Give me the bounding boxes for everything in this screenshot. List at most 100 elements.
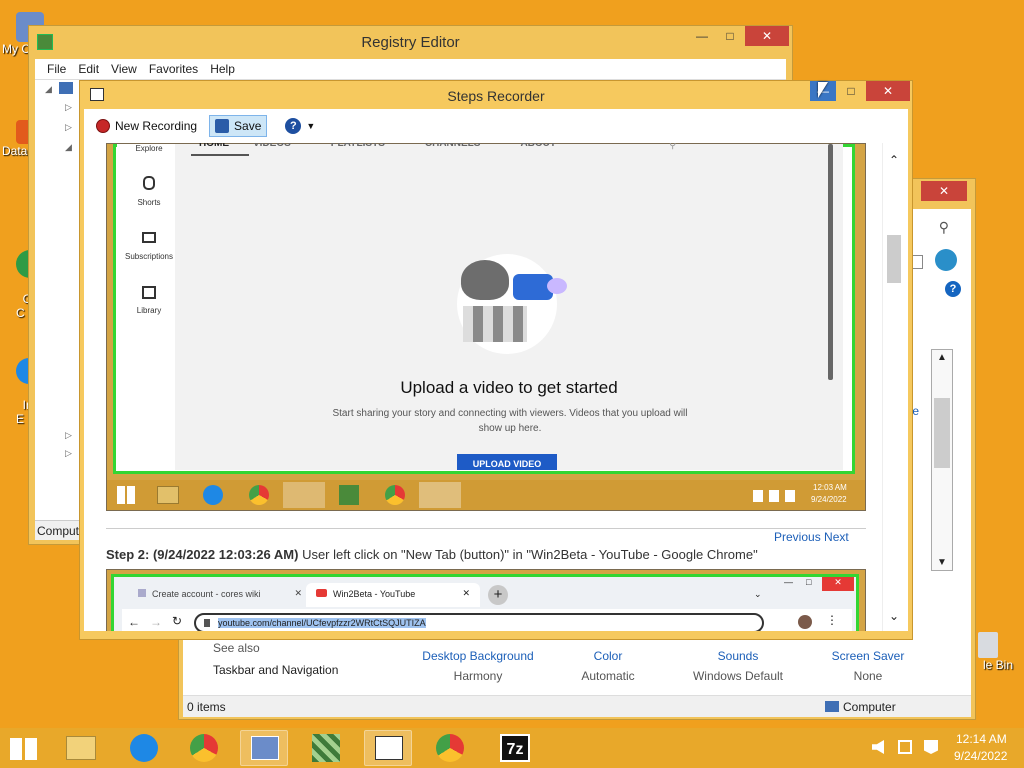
save-button[interactable]: Save — [209, 115, 268, 137]
maximize-button[interactable]: □ — [717, 26, 743, 46]
menu-favorites[interactable]: Favorites — [143, 59, 204, 79]
help-button[interactable]: ? ▼ — [279, 114, 321, 138]
desktop-icon-label: le Bin — [982, 658, 1014, 672]
taskbar-package-app[interactable] — [302, 730, 350, 766]
color-link[interactable]: Color — [543, 649, 673, 663]
yt-tabs: HOME VIDEOS PLAYLISTS CHANNELS ABOUT — [191, 143, 592, 156]
volume-icon[interactable] — [872, 740, 884, 754]
yt-tab-home: HOME — [191, 143, 249, 156]
taskbar-navigation-link[interactable]: Taskbar and Navigation — [213, 663, 338, 677]
screen-saver-link[interactable]: Screen Saver — [803, 649, 933, 663]
maximize-button[interactable]: □ — [838, 81, 864, 101]
chrome-address-row: ← → ↻ youtube.com/channel/UCfevpfzzr2WRt… — [122, 609, 852, 631]
chrome-icon — [190, 734, 218, 762]
close-button[interactable]: ✕ — [866, 81, 910, 101]
tab-favicon-icon — [138, 589, 146, 597]
chrome-tab-2-title: Win2Beta - YouTube — [333, 589, 416, 599]
taskbar-remote-desktop[interactable] — [240, 730, 288, 766]
scroll-up-arrow-icon[interactable]: ▲ — [937, 352, 947, 363]
partial-link[interactable]: e — [912, 404, 919, 418]
close-button[interactable]: ✕ — [921, 181, 967, 201]
title-bar[interactable]: Registry Editor — □ ✕ — [29, 26, 792, 59]
toolbar: New Recording Save ? ▼ — [84, 109, 908, 143]
yt-tab-channels: CHANNELS — [424, 143, 481, 149]
package-icon — [312, 734, 340, 762]
steps-recorder-taskbar-icon — [419, 482, 461, 508]
collapse-icon[interactable]: ◢ — [65, 142, 72, 153]
minimize-button[interactable]: — — [689, 26, 715, 46]
close-button[interactable]: ✕ — [745, 26, 789, 46]
new-recording-button[interactable]: New Recording — [90, 115, 203, 137]
menu-help[interactable]: Help — [204, 59, 241, 79]
taskbar-7zip[interactable]: 7z — [490, 730, 538, 766]
clock-time[interactable]: 12:14 AM — [956, 732, 1007, 746]
step2-text: User left click on "New Tab (button)" in… — [298, 547, 758, 562]
save-icon — [215, 119, 230, 133]
upload-subtitle: Start sharing your story and connecting … — [332, 408, 688, 434]
network-globe-icon[interactable] — [935, 249, 957, 271]
expand-icon[interactable]: ▷ — [65, 430, 72, 441]
youtube-favicon-icon — [316, 589, 327, 597]
scrollbar-thumb[interactable] — [934, 398, 950, 468]
forward-icon: → — [150, 615, 162, 629]
taskbar-file-explorer[interactable] — [56, 730, 104, 766]
scroll-down-arrow-icon[interactable]: ▼ — [937, 557, 947, 568]
chrome-icon — [436, 734, 464, 762]
help-icon[interactable]: ? — [945, 281, 961, 297]
expand-icon[interactable]: ▷ — [65, 122, 72, 133]
reload-icon: ↻ — [172, 614, 183, 628]
sounds-item[interactable]: Sounds Windows Default — [673, 649, 803, 683]
network-icon[interactable] — [898, 740, 912, 754]
taskbar-steps-recorder[interactable] — [364, 730, 412, 766]
previous-next-links[interactable]: Previous Next — [774, 530, 849, 544]
chrome-menu-chevron-icon: ⌄ — [754, 589, 762, 599]
action-center-icon[interactable] — [924, 740, 938, 754]
desktop-background-item[interactable]: Desktop Background Harmony — [413, 649, 543, 683]
ie-icon — [130, 734, 158, 762]
desktop-background-link[interactable]: Desktop Background — [413, 649, 543, 663]
upload-video-button: UPLOAD VIDEO — [457, 454, 557, 470]
menu-bar: File Edit View Favorites Help — [35, 59, 786, 79]
scroll-down-arrow-icon[interactable]: ⌄ — [889, 609, 899, 623]
computer-icon — [825, 701, 839, 712]
scroll-up-arrow-icon[interactable]: ⌃ — [889, 153, 899, 167]
help-icon: ? — [285, 118, 302, 134]
theme-scroll-area[interactable]: ▲ ▼ — [931, 349, 953, 571]
step2-screenshot: Create account - cores wiki ✕ Win2Beta -… — [106, 569, 866, 631]
screen-saver-value: None — [853, 669, 883, 683]
yt-sidebar-shorts: Shorts — [137, 198, 161, 207]
taskbar-chrome-2[interactable] — [426, 730, 474, 766]
tray-icons — [753, 490, 799, 502]
taskbar-internet-explorer[interactable] — [120, 730, 168, 766]
steps-recorder-window[interactable]: Steps Recorder — □ ✕ New Recording Save … — [79, 80, 913, 640]
start-button[interactable] — [10, 738, 38, 760]
lock-icon — [204, 619, 210, 627]
desktop-icon-recycle-bin[interactable]: le Bin — [972, 632, 1024, 672]
collapse-icon[interactable]: ◢ — [45, 84, 52, 95]
expand-icon[interactable]: ▷ — [65, 102, 72, 113]
menu-edit[interactable]: Edit — [72, 59, 105, 79]
menu-view[interactable]: View — [105, 59, 143, 79]
item-count: 0 items — [187, 700, 226, 714]
title-bar[interactable]: Steps Recorder — □ ✕ — [80, 81, 912, 109]
yt-sidebar-library: Library — [136, 306, 162, 315]
see-also-label: See also — [213, 641, 260, 655]
vertical-scrollbar[interactable]: ⌃ ⌄ — [882, 143, 908, 631]
scrollbar-thumb[interactable] — [887, 235, 901, 283]
expand-icon[interactable]: ▷ — [65, 448, 72, 459]
subscriptions-icon — [142, 232, 156, 243]
taskbar-chrome[interactable] — [180, 730, 228, 766]
menu-file[interactable]: File — [41, 59, 72, 79]
clock-date[interactable]: 9/24/2022 — [954, 749, 1007, 763]
folder-icon — [66, 736, 96, 760]
personalization-links: Desktop Background Harmony Color Automat… — [413, 649, 933, 683]
close-tab-icon: ✕ — [462, 588, 470, 598]
search-icon[interactable]: ⚲ — [939, 219, 949, 236]
sounds-link[interactable]: Sounds — [673, 649, 803, 663]
close-tab-icon: ✕ — [294, 588, 302, 598]
explorer-icon — [157, 486, 179, 504]
screen-saver-item[interactable]: Screen Saver None — [803, 649, 933, 683]
7zip-icon: 7z — [500, 734, 530, 762]
color-item[interactable]: Color Automatic — [543, 649, 673, 683]
recorded-steps-area[interactable]: Explore Shorts Subscriptions Library HOM… — [84, 143, 908, 631]
